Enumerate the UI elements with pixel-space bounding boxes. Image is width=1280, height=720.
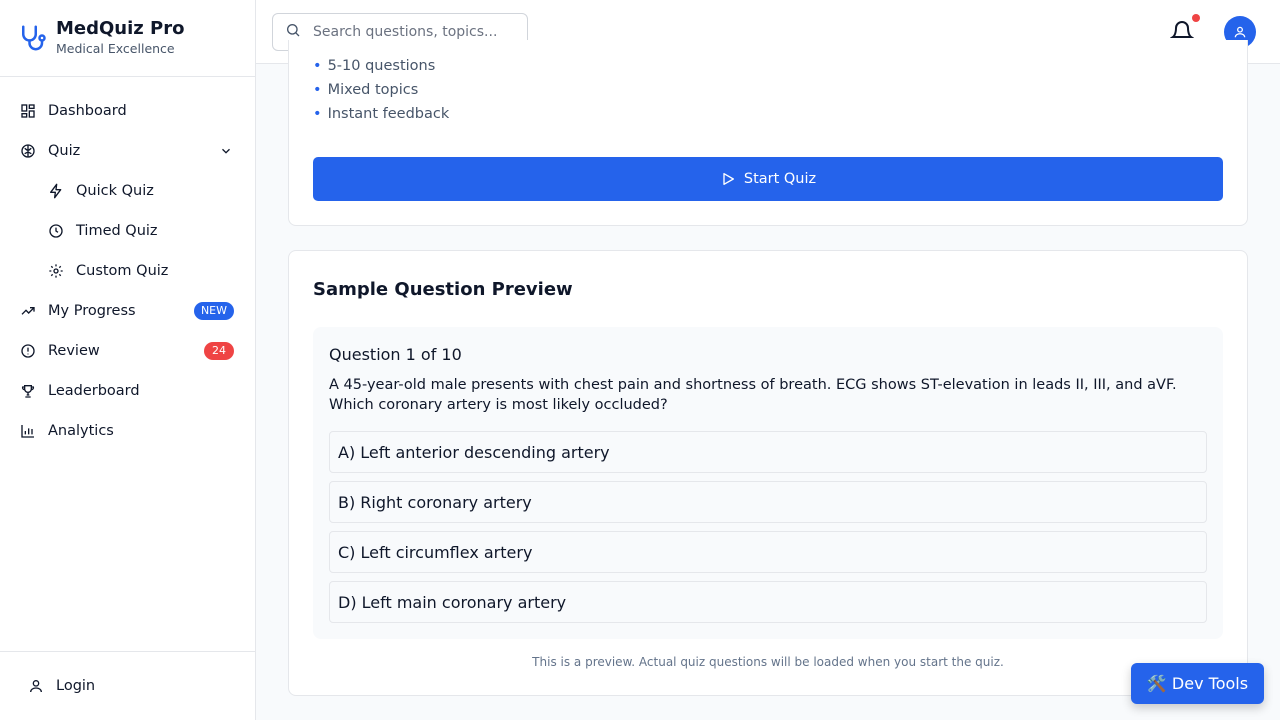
lightning-icon xyxy=(48,183,64,199)
clock-icon xyxy=(48,223,64,239)
trending-up-icon xyxy=(20,303,36,319)
preview-note: This is a preview. Actual quiz questions… xyxy=(532,655,1004,669)
login-label: Login xyxy=(56,678,96,694)
question-number: Question 1 of 10 xyxy=(329,345,462,364)
user-icon xyxy=(28,678,44,694)
question-box: Question 1 of 10 A 45-year-old male pres… xyxy=(313,327,1223,639)
chevron-down-icon[interactable] xyxy=(219,144,233,162)
sidebar-item-my-progress[interactable]: My Progress NEW xyxy=(0,291,255,331)
sidebar-item-review[interactable]: Review 24 xyxy=(0,331,255,371)
sidebar-nav: Dashboard Quiz Quick Quiz Timed Quiz Cus… xyxy=(0,77,255,451)
sidebar-item-quick-quiz[interactable]: Quick Quiz xyxy=(0,171,255,211)
start-quiz-button[interactable]: Start Quiz xyxy=(313,157,1223,201)
sidebar-item-timed-quiz[interactable]: Timed Quiz xyxy=(0,211,255,251)
sidebar-item-label: My Progress xyxy=(48,303,136,319)
login-button[interactable]: Login xyxy=(0,651,255,720)
sidebar-item-label: Review xyxy=(48,343,100,359)
notification-dot xyxy=(1192,14,1200,22)
bar-chart-icon xyxy=(20,423,36,439)
sidebar-item-dashboard[interactable]: Dashboard xyxy=(0,91,255,131)
answer-option-d[interactable]: D) Left main coronary artery xyxy=(329,581,1207,623)
brand-title: MedQuiz Pro xyxy=(56,18,185,39)
brain-icon xyxy=(20,143,36,159)
answer-option-a[interactable]: A) Left anterior descending artery xyxy=(329,431,1207,473)
sidebar-item-label: Leaderboard xyxy=(48,383,140,399)
sample-question-card: Sample Question Preview Question 1 of 10… xyxy=(288,250,1248,696)
sidebar-item-label: Analytics xyxy=(48,423,114,439)
search-icon xyxy=(285,22,301,42)
sidebar: MedQuiz Pro Medical Excellence Dashboard… xyxy=(0,0,256,720)
question-text: A 45-year-old male presents with chest p… xyxy=(329,377,1177,413)
new-badge: NEW xyxy=(193,302,234,320)
trophy-icon xyxy=(20,383,36,399)
stethoscope-icon xyxy=(16,22,48,54)
alert-circle-icon xyxy=(20,343,36,359)
review-count-badge: 24 xyxy=(204,342,234,360)
sidebar-item-label: Quick Quiz xyxy=(76,183,154,199)
feature-item: • 5-10 questions xyxy=(313,58,436,74)
sidebar-item-quiz[interactable]: Quiz xyxy=(0,131,255,171)
start-quiz-label: Start Quiz xyxy=(743,171,817,187)
answer-option-b[interactable]: B) Right coronary artery xyxy=(329,481,1207,523)
sidebar-item-label: Custom Quiz xyxy=(76,263,169,279)
play-icon xyxy=(723,173,734,185)
answer-option-c[interactable]: C) Left circumflex artery xyxy=(329,531,1207,573)
sidebar-item-label: Timed Quiz xyxy=(76,223,158,239)
quick-quiz-card: • 5-10 questions • Mixed topics • Instant f… xyxy=(288,40,1248,226)
feature-item: • Mixed topics xyxy=(313,82,419,98)
sidebar-item-custom-quiz[interactable]: Custom Quiz xyxy=(0,251,255,291)
sidebar-item-label: Dashboard xyxy=(48,103,127,119)
brand[interactable]: MedQuiz Pro Medical Excellence xyxy=(0,0,255,77)
sidebar-item-analytics[interactable]: Analytics xyxy=(0,411,255,451)
sidebar-item-label: Quiz xyxy=(48,143,81,159)
sidebar-item-leaderboard[interactable]: Leaderboard xyxy=(0,371,255,411)
gear-icon xyxy=(48,263,64,279)
brand-subtitle: Medical Excellence xyxy=(56,41,175,56)
dashboard-icon xyxy=(20,103,36,119)
feature-item: • Instant feedback xyxy=(313,106,450,122)
preview-title: Sample Question Preview xyxy=(313,279,573,300)
search-input[interactable] xyxy=(313,24,513,40)
dev-tools-button[interactable]: 🛠️ Dev Tools xyxy=(1131,663,1264,704)
